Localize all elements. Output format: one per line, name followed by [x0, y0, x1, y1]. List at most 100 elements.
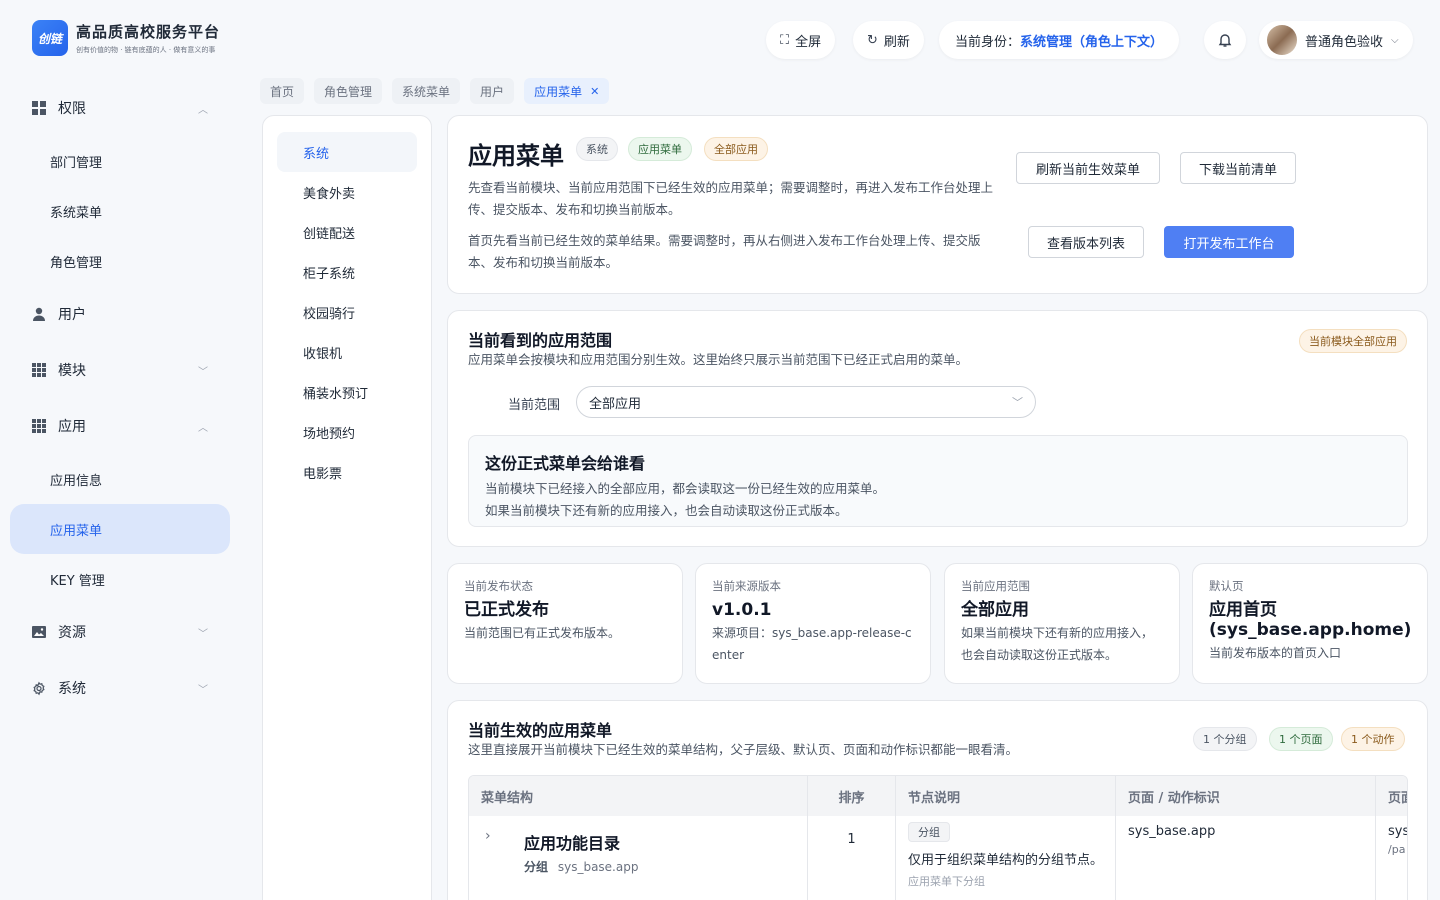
stat-label: 默认页: [1209, 579, 1244, 593]
user-menu[interactable]: 普通角色验收 ⌵: [1259, 21, 1413, 59]
user-name: 普通角色验收: [1305, 34, 1384, 50]
notice-line: 当前模块下已经接入的全部应用，都会读取这一份已经生效的应用菜单。: [485, 481, 886, 496]
module-item[interactable]: 创链配送: [277, 212, 417, 252]
chevron-down-icon: ﹀: [198, 366, 208, 378]
fullscreen-button[interactable]: ⛶ 全屏: [766, 21, 836, 59]
sidebar-group-app[interactable]: 应用 ︿: [10, 398, 230, 454]
sidebar-group-permission[interactable]: 权限 ︿: [10, 80, 230, 136]
sidebar-item-system-menu[interactable]: 系统菜单: [10, 186, 230, 236]
module-item[interactable]: 系统: [277, 132, 417, 172]
open-workbench-button[interactable]: 打开发布工作台: [1164, 226, 1294, 258]
module-list: 系统 美食外卖 创链配送 柜子系统 校园骑行 收银机 桶装水预订 场地预约 电影…: [262, 115, 432, 900]
close-icon[interactable]: ✕: [590, 85, 599, 98]
section-title: 当前生效的应用菜单: [468, 721, 613, 740]
identity-switcher[interactable]: 当前身份： 系统管理（角色上下文）: [939, 21, 1180, 59]
chevron-right-icon[interactable]: ›: [485, 828, 491, 844]
scope-card: 当前看到的应用范围 应用菜单会按模块和应用范围分别生效。这里始终只展示当前范围下…: [447, 310, 1428, 547]
module-item[interactable]: 柜子系统: [277, 252, 417, 292]
stat-label: 当前来源版本: [712, 579, 781, 593]
module-item[interactable]: 收银机: [277, 332, 417, 372]
sidebar-item-app-menu[interactable]: 应用菜单: [10, 504, 230, 554]
sidebar-group-module[interactable]: 模块 ﹀: [10, 342, 230, 398]
download-list-button[interactable]: 下载当前清单: [1180, 152, 1296, 184]
tab-system-menu[interactable]: 系统菜单: [392, 78, 461, 104]
refresh-icon: ↻: [867, 32, 878, 48]
node-description: 仅用于组织菜单结构的分组节点。: [908, 853, 1104, 868]
table-row[interactable]: › 应用功能目录 分组 sys_base.app: [469, 816, 808, 900]
notice-line: 如果当前模块下还有新的应用接入，也会自动读取这份正式版本。: [485, 503, 848, 518]
sidebar-group-label: 权限: [58, 101, 86, 117]
section-description: 应用菜单会按模块和应用范围分别生效。这里始终只展示当前范围下已经正式启用的菜单。: [468, 352, 969, 367]
column-header: 菜单结构: [469, 776, 808, 816]
menu-node-order: 1: [808, 816, 896, 900]
count-badge-page: 1 个页面: [1269, 727, 1333, 751]
bell-icon: [1218, 34, 1232, 47]
image-icon: [32, 625, 46, 639]
scope-notice: 这份正式菜单会给谁看 当前模块下已经接入的全部应用，都会读取这一份已经生效的应用…: [468, 435, 1408, 527]
menu-card: 当前生效的应用菜单 这里直接展开当前模块下已经生效的菜单结构，父子层级、默认页、…: [447, 700, 1428, 900]
sidebar-group-user[interactable]: 用户: [10, 286, 230, 342]
column-header: 页面: [1376, 776, 1407, 816]
tab-user[interactable]: 用户: [470, 78, 515, 104]
module-item[interactable]: 电影票: [277, 452, 417, 492]
tag-scope: 全部应用: [704, 137, 768, 161]
sidebar-group-system[interactable]: 系统 ﹀: [10, 660, 230, 716]
count-badge-action: 1 个动作: [1341, 727, 1405, 751]
tag-module: 系统: [576, 137, 618, 161]
sidebar-group-resource[interactable]: 资源 ﹀: [10, 604, 230, 660]
tab-home[interactable]: 首页: [260, 78, 305, 104]
sidebar-item-key-management[interactable]: KEY 管理: [10, 554, 230, 604]
stat-value: v1.0.1: [712, 600, 772, 620]
avatar: [1267, 25, 1297, 55]
logo-mark: 创链: [32, 20, 68, 56]
sidebar: 权限 ︿ 部门管理 系统菜单 角色管理 用户 模块 ﹀ 应用 ︿ 应用信息 应用…: [10, 80, 230, 716]
column-header: 排序: [808, 776, 896, 816]
fullscreen-label: 全屏: [795, 34, 822, 50]
tab-label: 应用菜单: [534, 84, 583, 99]
node-description-cell: 分组 仅用于组织菜单结构的分组节点。 应用菜单下分组: [896, 816, 1116, 900]
stat-value: 应用首页 (sys_base.app.home): [1209, 600, 1412, 640]
sidebar-group-label: 应用: [58, 419, 86, 435]
identity-value: 系统管理（角色上下文）: [1020, 34, 1164, 50]
apps-icon: [32, 363, 46, 377]
version-list-button[interactable]: 查看版本列表: [1028, 226, 1144, 258]
sidebar-item-app-info[interactable]: 应用信息: [10, 454, 230, 504]
chevron-down-icon: ﹀: [198, 628, 208, 640]
module-item[interactable]: 场地预约: [277, 412, 417, 452]
module-item[interactable]: 校园骑行: [277, 292, 417, 332]
notice-title: 这份正式菜单会给谁看: [485, 454, 646, 473]
hero-card: 应用菜单 系统 应用菜单 全部应用 先查看当前模块、当前应用范围下已经生效的应用…: [447, 115, 1428, 294]
stat-description: 当前发布版本的首页入口: [1209, 646, 1342, 660]
module-item[interactable]: 美食外卖: [277, 172, 417, 212]
count-badge-group: 1 个分组: [1193, 727, 1257, 751]
tab-role-management[interactable]: 角色管理: [314, 78, 383, 104]
app-logo[interactable]: 创链 高品质高校服务平台 创有价值的物 · 链有底蕴的人 · 做有意义的事: [32, 20, 220, 56]
hero-description-secondary: 首页先看当前已经生效的菜单结果。需要调整时，再从右侧进入发布工作台处理上传、提交…: [468, 233, 981, 270]
sidebar-item-department[interactable]: 部门管理: [10, 136, 230, 186]
tag-type: 应用菜单: [628, 137, 692, 161]
sidebar-group-label: 模块: [58, 363, 86, 379]
refresh-label: 刷新: [883, 34, 910, 50]
scope-select[interactable]: 全部应用 ﹀: [576, 386, 1036, 418]
tab-app-menu[interactable]: 应用菜单 ✕: [524, 78, 610, 104]
stat-description: 如果当前模块下还有新的应用接入，也会自动读取这份正式版本。: [961, 626, 1154, 662]
logo-title: 高品质高校服务平台: [76, 23, 221, 41]
refresh-menu-button[interactable]: 刷新当前生效菜单: [1016, 152, 1160, 184]
module-item[interactable]: 桶装水预订: [277, 372, 417, 412]
page-tabs: 首页 角色管理 系统菜单 用户 应用菜单 ✕: [260, 78, 610, 104]
refresh-button[interactable]: ↻ 刷新: [853, 21, 924, 59]
logo-subtitle: 创有价值的物 · 链有底蕴的人 · 做有意义的事: [76, 46, 216, 54]
stat-card-default-page: 默认页 应用首页 (sys_base.app.home) 当前发布版本的首页入口: [1192, 563, 1428, 684]
column-header: 节点说明: [896, 776, 1116, 816]
notification-button[interactable]: [1204, 21, 1246, 59]
stat-label: 当前发布状态: [464, 579, 533, 593]
column-header: 页面 / 动作标识: [1116, 776, 1376, 816]
menu-node-type: 分组: [524, 860, 549, 874]
chevron-up-icon: ︿: [198, 104, 208, 116]
chevron-up-icon: ︿: [198, 422, 208, 434]
sidebar-item-role[interactable]: 角色管理: [10, 236, 230, 286]
page-cell-text: sys_: [1388, 824, 1407, 839]
stat-card-scope: 当前应用范围 全部应用 如果当前模块下还有新的应用接入，也会自动读取这份正式版本…: [944, 563, 1180, 684]
hero-description: 先查看当前模块、当前应用范围下已经生效的应用菜单；需要调整时，再进入发布工作台处…: [468, 180, 994, 217]
chevron-down-icon: ⌵: [1391, 34, 1399, 46]
